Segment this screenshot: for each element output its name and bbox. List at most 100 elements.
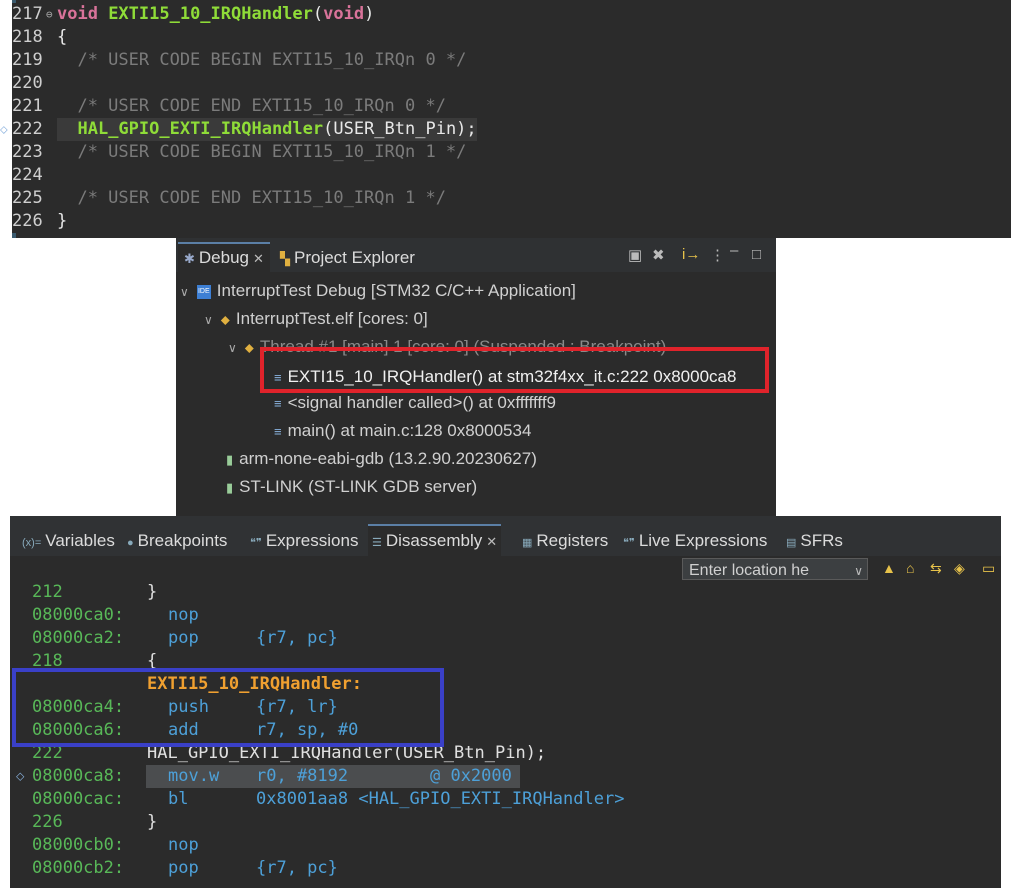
disassembly-line[interactable]: 08000ca2: pop {r7, pc}	[10, 627, 1001, 650]
close-icon[interactable]: ✕	[253, 251, 264, 266]
sfrs-icon: ▤	[786, 537, 797, 549]
code-token: HAL_GPIO_EXTI_IRQHandler	[77, 119, 324, 139]
line-number: 219	[12, 49, 46, 72]
instruction: nop	[168, 605, 199, 625]
disassembly-line[interactable]: 226}	[10, 811, 1001, 834]
blue-highlight-box	[12, 668, 444, 747]
disassembly-line[interactable]: 212}	[10, 581, 1001, 604]
code-token: {	[57, 27, 68, 47]
bottom-panel: (x)= Variables ● Breakpoints ❝❞ Expressions…	[10, 516, 1001, 888]
view-menu-icon[interactable]: ▭	[982, 560, 995, 577]
tab-live-expressions[interactable]: ❝❞ Live Expressions	[623, 526, 767, 556]
disassembly-line[interactable]: 08000ca0: nop	[10, 604, 1001, 627]
view-menu-icon[interactable]: ⋮	[710, 246, 725, 264]
editor-line[interactable]: 218 {	[0, 26, 1011, 49]
editor-line[interactable]: 226}	[0, 210, 1011, 233]
operands: 0x8001aa8 <HAL_GPIO_EXTI_IRQHandler>	[256, 789, 625, 809]
editor-line[interactable]: 222 ⬦ HAL_GPIO_EXTI_IRQHandler(USER_Btn_P…	[0, 118, 1011, 141]
project-explorer-icon: ▚	[280, 251, 290, 266]
tab-variables[interactable]: (x)= Variables	[22, 526, 115, 556]
editor-line[interactable]: 219 /* USER CODE BEGIN EXTI15_10_IRQn 0 …	[0, 49, 1011, 72]
code-text: /* USER CODE END EXTI15_10_IRQn 1 */	[57, 187, 445, 210]
code-editor[interactable]: 217 ⊖ void EXTI15_10_IRQHandler(void) 218{2…	[0, 0, 1011, 238]
stack-frame-icon: ≡	[274, 396, 282, 411]
instruction: nop	[168, 835, 199, 855]
process-icon: ⬥	[220, 312, 230, 327]
tab-debug[interactable]: ✱ Debug ✕	[178, 242, 270, 272]
tree-stlink[interactable]: ▮ ST-LINK (ST-LINK GDB server)	[226, 473, 477, 501]
tree-gdb[interactable]: ▮ arm-none-eabi-gdb (13.2.90.20230627)	[226, 445, 537, 473]
maximize-icon[interactable]: □	[752, 246, 761, 263]
live-expressions-icon: ❝❞	[623, 537, 635, 549]
source-line-number: 226	[32, 812, 63, 832]
code-token: void	[57, 4, 109, 24]
expressions-icon: ❝❞	[250, 537, 262, 549]
collapse-all-icon[interactable]: ▣	[628, 246, 642, 264]
source-text: }	[147, 582, 158, 602]
line-number: 220	[12, 72, 46, 95]
disassembly-line[interactable]: 08000cb2: pop {r7, pc}	[10, 857, 1001, 880]
tab-sfrs[interactable]: ▤ SFRs	[786, 526, 843, 556]
editor-line[interactable]: 225 /* USER CODE END EXTI15_10_IRQn 1 */	[0, 187, 1011, 210]
line-number: 217	[12, 3, 46, 26]
instruction-pointer-icon: ⬦	[16, 769, 25, 783]
minimize-icon[interactable]: –	[730, 242, 738, 259]
editor-line[interactable]: 220	[0, 72, 1011, 95]
location-input[interactable]: Enter location he ∨	[682, 558, 868, 580]
instruction: mov.w	[168, 766, 220, 786]
refresh-icon[interactable]: ◈	[954, 560, 965, 577]
code-text: HAL_GPIO_EXTI_IRQHandler(USER_Btn_Pin);	[57, 118, 477, 141]
debug-tab-bar: ✱ Debug ✕ ▚ Project Explorer ▣ ✖ i→ ⋮ – □	[176, 238, 776, 272]
code-token: (	[312, 4, 324, 24]
tab-project-explorer[interactable]: ▚ Project Explorer	[280, 244, 415, 272]
line-number: 226	[12, 210, 46, 233]
tab-registers[interactable]: ▦ Registers	[522, 526, 608, 556]
code-token: EXTI15_10_IRQHandler	[108, 4, 313, 24]
disassembly-line[interactable]: 08000cac: bl 0x8001aa8 <HAL_GPIO_EXTI_IRQH…	[10, 788, 1001, 811]
stack-frame[interactable]: ≡ <signal handler called>() at 0xfffffff9	[274, 389, 556, 417]
step-mode-icon[interactable]: i→	[682, 246, 700, 263]
editor-line[interactable]: 224	[0, 164, 1011, 187]
chevron-down-icon[interactable]: ∨	[228, 341, 237, 355]
disassembly-line[interactable]: ⬦ 08000ca8: mov.w r0, #8192 @ 0x2000	[10, 765, 1001, 788]
editor-line[interactable]: 221 /* USER CODE END EXTI15_10_IRQn 0 */	[0, 95, 1011, 118]
source-line-number: 212	[32, 582, 63, 602]
stack-frame[interactable]: ≡ main() at main.c:128 0x8000534	[274, 417, 531, 445]
code-text: {	[57, 26, 67, 49]
instruction: bl	[168, 789, 189, 809]
disassembly-line[interactable]: 08000cb0: nop	[10, 834, 1001, 857]
close-icon[interactable]: ✕	[486, 534, 497, 549]
instruction: pop	[168, 628, 199, 648]
line-number: 225	[12, 187, 46, 210]
operands: {r7, pc}	[256, 858, 338, 878]
tree-launch[interactable]: ∨ IDE InterruptTest Debug [STM32 C/C++ App…	[180, 277, 576, 305]
code-token: /* USER CODE END EXTI15_10_IRQn 0 */	[57, 96, 446, 116]
code-text: }	[57, 210, 67, 233]
tree-elf[interactable]: ∨ ⬥ InterruptTest.elf [cores: 0]	[204, 305, 428, 333]
operands: {r7, pc}	[256, 628, 338, 648]
instruction-pointer-icon: ⬦	[0, 123, 8, 136]
line-number: 218	[12, 26, 46, 49]
address: 08000ca0:	[32, 605, 125, 625]
home-icon[interactable]: ⌂	[906, 560, 914, 576]
editor-line[interactable]: 217 ⊖ void EXTI15_10_IRQHandler(void)	[0, 3, 1011, 26]
tab-expressions[interactable]: ❝❞ Expressions	[250, 526, 358, 556]
toggle-source-icon[interactable]: ▲	[882, 560, 896, 576]
editor-line[interactable]: 223 /* USER CODE BEGIN EXTI15_10_IRQn 1 …	[0, 141, 1011, 164]
chevron-down-icon[interactable]: ∨	[854, 559, 863, 579]
instruction: pop	[168, 858, 199, 878]
line-number: 221	[12, 95, 46, 118]
remove-terminated-icon[interactable]: ✖	[652, 246, 665, 264]
tab-disassembly[interactable]: ☰ Disassembly ✕	[368, 524, 502, 556]
fold-icon[interactable]: ⊖	[46, 3, 53, 26]
link-icon[interactable]: ⇆	[930, 560, 942, 577]
chevron-down-icon[interactable]: ∨	[180, 285, 189, 299]
source-text: }	[147, 812, 158, 832]
line-number: 224	[12, 164, 46, 187]
code-text: void EXTI15_10_IRQHandler(void)	[57, 3, 374, 26]
tab-breakpoints[interactable]: ● Breakpoints	[127, 526, 227, 556]
code-text: /* USER CODE BEGIN EXTI15_10_IRQn 0 */	[57, 49, 466, 72]
code-text: /* USER CODE BEGIN EXTI15_10_IRQn 1 */	[57, 141, 466, 164]
code-token: (USER_Btn_Pin);	[323, 119, 477, 139]
chevron-down-icon[interactable]: ∨	[204, 313, 213, 327]
